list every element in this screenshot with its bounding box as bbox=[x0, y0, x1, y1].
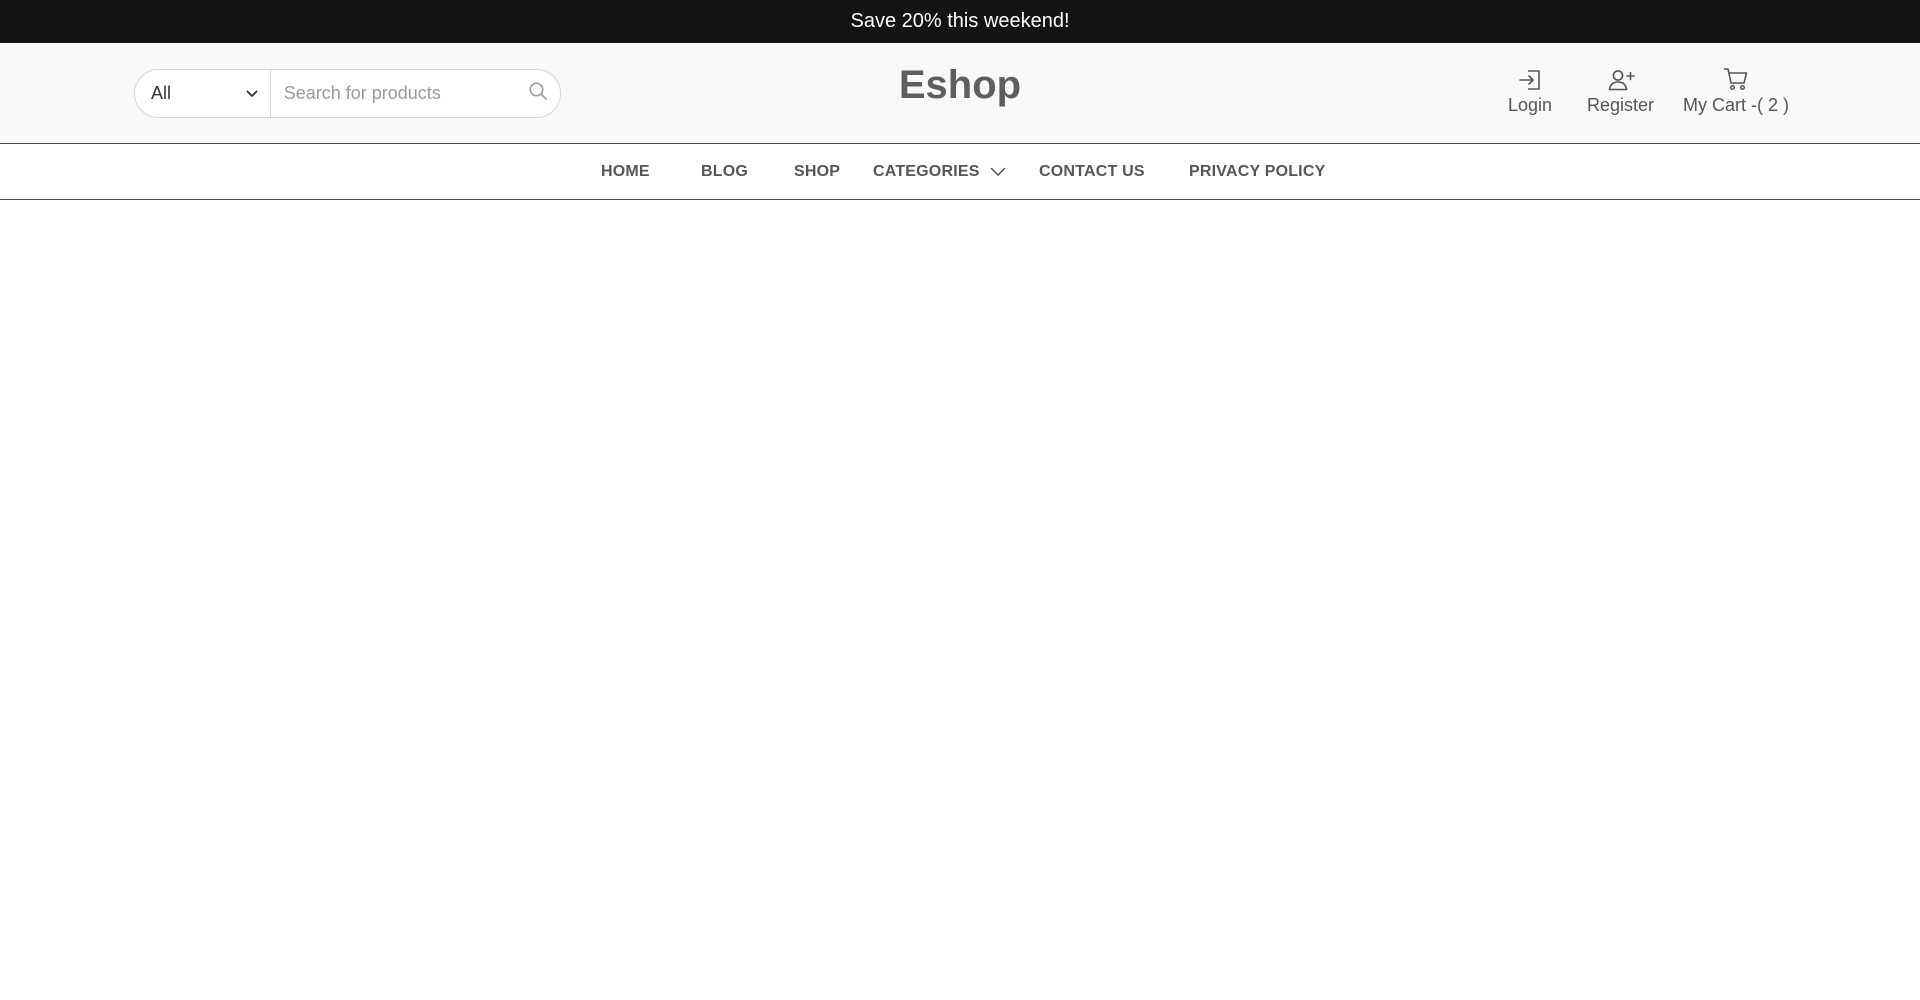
add-user-icon bbox=[1607, 65, 1635, 91]
nav-item-privacy-policy[interactable]: PRIVACY POLICY bbox=[1189, 144, 1325, 199]
nav-item-contact-us[interactable]: CONTACT US bbox=[1039, 144, 1145, 199]
login-link[interactable]: Login bbox=[1508, 65, 1552, 116]
cart-link[interactable]: My Cart -( 2 ) bbox=[1683, 65, 1789, 116]
register-label: Register bbox=[1587, 95, 1655, 115]
main-content bbox=[0, 200, 1920, 1000]
cart-icon bbox=[1723, 65, 1749, 91]
nav-item-label: SHOP bbox=[794, 162, 841, 180]
nav-item-label: HOME bbox=[601, 162, 650, 180]
nav-item-label: CATEGORIES bbox=[873, 162, 980, 180]
search-input[interactable] bbox=[270, 70, 516, 117]
search-bar: All bbox=[134, 69, 561, 118]
category-select[interactable]: All bbox=[135, 70, 271, 117]
cart-label: My Cart -( 2 ) bbox=[1683, 95, 1789, 115]
nav-item-categories[interactable]: CATEGORIES bbox=[873, 144, 1006, 199]
logo-text[interactable]: Eshop bbox=[899, 63, 1021, 107]
chevron-down-icon bbox=[246, 90, 258, 98]
nav-item-home[interactable]: HOME bbox=[601, 144, 650, 199]
nav-item-label: BLOG bbox=[701, 162, 749, 180]
search-icon bbox=[528, 81, 548, 106]
nav-item-label: CONTACT US bbox=[1039, 162, 1145, 180]
main-nav: HOME BLOG SHOP CATEGORIES CONTACT US PRI… bbox=[0, 143, 1920, 200]
announcement-text: Save 20% this weekend! bbox=[850, 10, 1070, 32]
site-header: All Eshop Login Register My Cart -( 2 ) bbox=[0, 43, 1920, 143]
nav-item-blog[interactable]: BLOG bbox=[701, 144, 748, 199]
chevron-down-icon bbox=[990, 167, 1005, 176]
register-link[interactable]: Register bbox=[1587, 65, 1654, 116]
category-select-value: All bbox=[151, 83, 172, 103]
announcement-bar: Save 20% this weekend! bbox=[0, 0, 1920, 43]
login-label: Login bbox=[1508, 95, 1553, 115]
nav-item-label: PRIVACY POLICY bbox=[1189, 162, 1326, 180]
search-button[interactable] bbox=[516, 70, 560, 117]
login-icon bbox=[1517, 65, 1543, 91]
nav-item-shop[interactable]: SHOP bbox=[794, 144, 840, 199]
